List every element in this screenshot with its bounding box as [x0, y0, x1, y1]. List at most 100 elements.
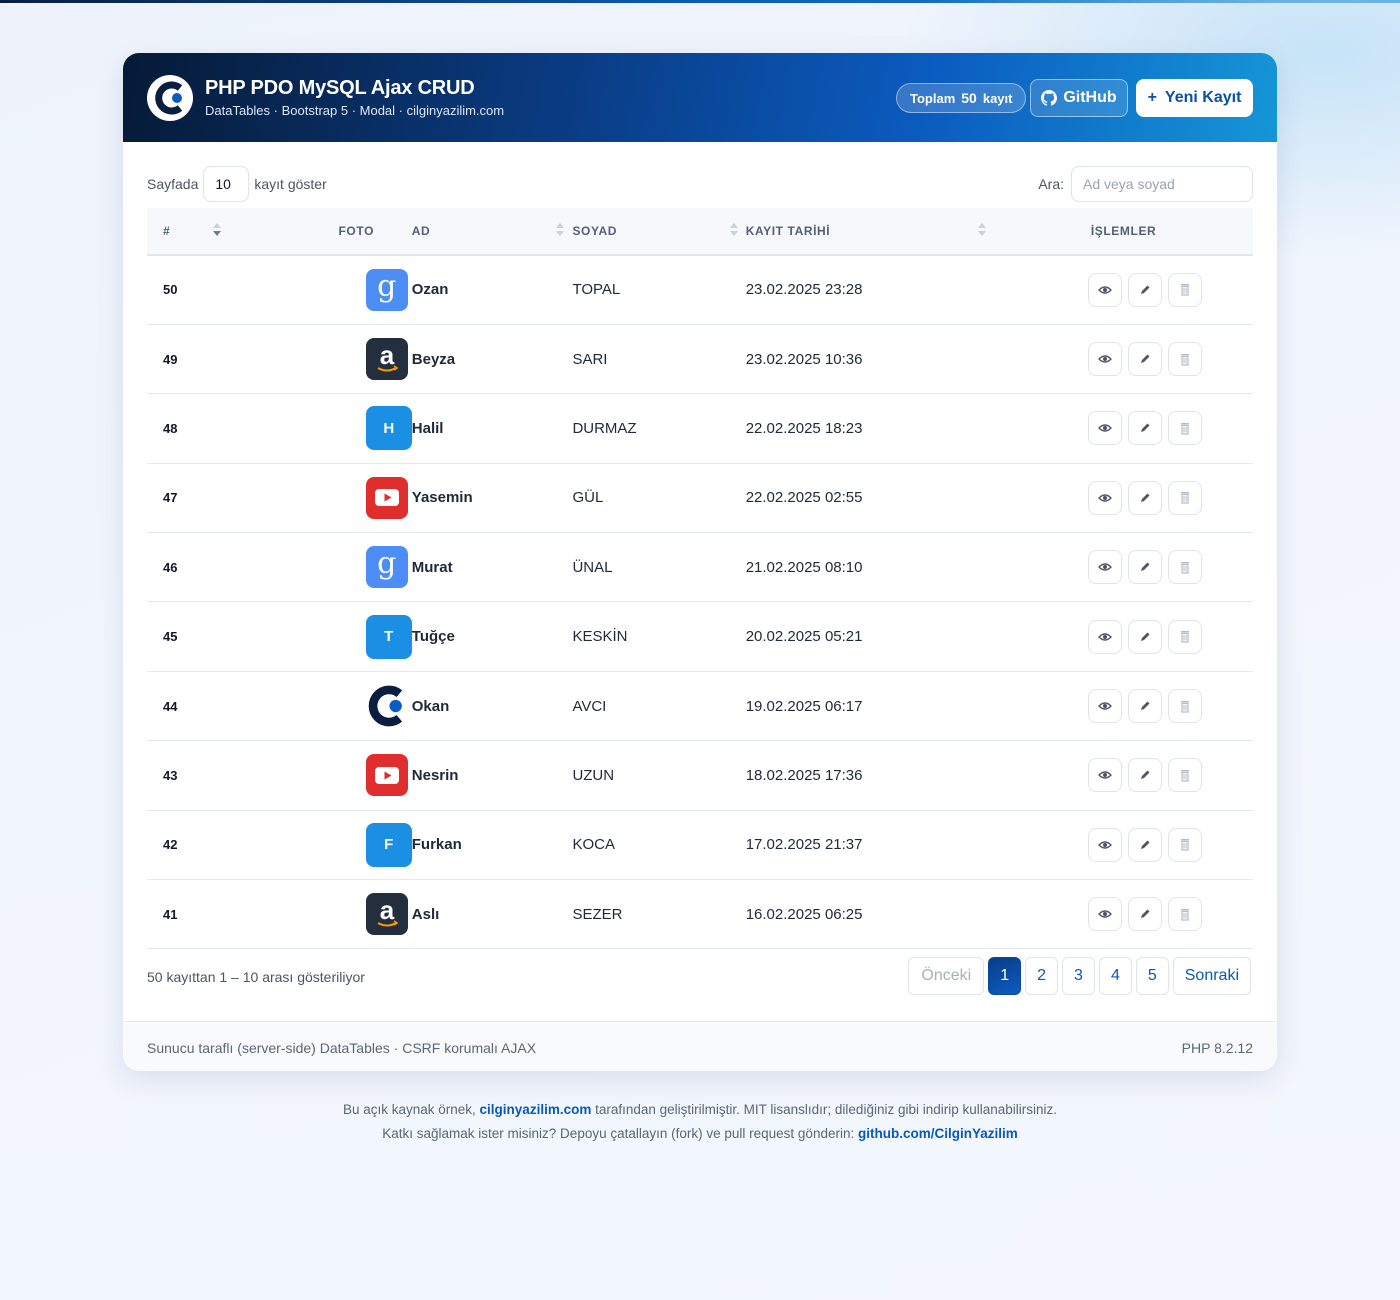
- page-length-input[interactable]: [203, 166, 250, 202]
- view-button[interactable]: [1088, 411, 1123, 446]
- row-date: 22.02.2025 18:23: [745, 419, 863, 437]
- row-surname: KOCA: [572, 836, 615, 854]
- edit-button[interactable]: [1128, 411, 1163, 446]
- view-button[interactable]: [1088, 550, 1123, 585]
- github-repo-link[interactable]: github.com/CilginYazilim: [858, 1126, 1018, 1141]
- col-actions-header: İŞLEMLER: [1090, 224, 1157, 238]
- row-surname: SARI: [572, 350, 608, 368]
- trash-icon: [1181, 700, 1190, 713]
- amazon-avatar-icon: a: [365, 893, 408, 936]
- row-name: Aslı: [411, 905, 440, 923]
- delete-button[interactable]: [1168, 480, 1203, 515]
- footer-line-2: Katkı sağlamak ister misiniz? Depoyu çat…: [382, 1126, 1018, 1141]
- row-surname: ÜNAL: [572, 558, 613, 576]
- letter-avatar: F: [365, 822, 412, 867]
- page-button-4[interactable]: 4: [1098, 957, 1132, 995]
- page-button-2[interactable]: 2: [1025, 957, 1059, 995]
- edit-button[interactable]: [1128, 272, 1163, 307]
- delete-button[interactable]: [1168, 550, 1203, 585]
- row-id: 41: [163, 906, 178, 922]
- new-record-button[interactable]: + Yeni Kayıt: [1136, 79, 1253, 117]
- row-name: Yasemin: [411, 489, 473, 507]
- delete-button[interactable]: [1168, 342, 1203, 377]
- search-input[interactable]: [1071, 166, 1253, 202]
- edit-button[interactable]: [1128, 689, 1163, 724]
- row-actions: [994, 533, 1253, 602]
- view-button[interactable]: [1088, 827, 1123, 862]
- row-actions: [994, 741, 1253, 810]
- delete-button[interactable]: [1168, 758, 1203, 793]
- row-id: 48: [163, 420, 178, 436]
- view-button[interactable]: [1088, 897, 1123, 932]
- edit-button[interactable]: [1128, 550, 1163, 585]
- row-surname: KESKİN: [572, 628, 628, 646]
- row-photo: [229, 671, 412, 740]
- row-photo: F: [229, 810, 412, 879]
- card-footer: Sunucu taraflı (server-side) DataTables …: [123, 1021, 1277, 1071]
- cilginyazilim-link[interactable]: cilginyazilim.com: [480, 1102, 592, 1117]
- row-id: 46: [163, 559, 178, 575]
- pencil-icon: [1141, 285, 1150, 294]
- row-date: 17.02.2025 21:37: [745, 836, 863, 854]
- row-actions: [994, 463, 1253, 532]
- pencil-icon: [1141, 632, 1150, 641]
- col-name-header[interactable]: AD: [412, 208, 573, 255]
- cilgin-logo-icon: [155, 81, 183, 115]
- youtube-avatar-icon: [365, 476, 408, 519]
- row-actions: [994, 880, 1253, 949]
- page-button-3[interactable]: 3: [1062, 957, 1095, 995]
- eye-icon: [1098, 702, 1113, 710]
- row-name: Furkan: [411, 836, 462, 854]
- row-name: Okan: [411, 697, 450, 715]
- crud-card: PHP PDO MySQL Ajax CRUD DataTables · Boo…: [123, 53, 1277, 1071]
- edit-button[interactable]: [1128, 758, 1163, 793]
- trash-icon: [1181, 561, 1190, 574]
- github-label: GitHub: [1063, 89, 1117, 106]
- view-button[interactable]: [1088, 272, 1123, 307]
- row-actions: [994, 671, 1253, 740]
- row-date: 16.02.2025 06:25: [745, 905, 863, 923]
- delete-button[interactable]: [1168, 411, 1203, 446]
- delete-button[interactable]: [1168, 619, 1203, 654]
- card-header: PHP PDO MySQL Ajax CRUD DataTables · Boo…: [123, 53, 1277, 142]
- view-button[interactable]: [1088, 619, 1123, 654]
- row-date: 20.02.2025 05:21: [745, 628, 863, 646]
- edit-button[interactable]: [1128, 480, 1163, 515]
- row-photo: a: [229, 880, 412, 949]
- prev-page-button[interactable]: Önceki: [908, 957, 985, 995]
- page-button-5[interactable]: 5: [1135, 957, 1169, 995]
- trash-icon: [1181, 422, 1190, 435]
- row-name: Murat: [411, 558, 453, 576]
- delete-button[interactable]: [1168, 689, 1203, 724]
- eye-icon: [1098, 355, 1113, 363]
- row-surname: UZUN: [572, 766, 615, 784]
- view-button[interactable]: [1088, 689, 1123, 724]
- col-id-header[interactable]: #: [147, 208, 229, 255]
- plus-icon: +: [1147, 89, 1157, 106]
- col-date-header[interactable]: KAYIT TARİHİ: [746, 208, 994, 255]
- trash-icon: [1181, 908, 1190, 921]
- table-row: 43 Nesrin UZUN 18.02.2025 17:36: [147, 741, 1253, 811]
- delete-button[interactable]: [1168, 827, 1203, 862]
- edit-button[interactable]: [1128, 897, 1163, 932]
- col-surname-header[interactable]: SOYAD: [572, 208, 745, 255]
- eye-icon: [1098, 841, 1113, 849]
- view-button[interactable]: [1088, 342, 1123, 377]
- sort-icon: [978, 223, 987, 237]
- edit-button[interactable]: [1128, 619, 1163, 654]
- eye-icon: [1098, 771, 1113, 780]
- delete-button[interactable]: [1168, 272, 1203, 307]
- edit-button[interactable]: [1128, 827, 1163, 862]
- next-page-button[interactable]: Sonraki: [1172, 957, 1251, 995]
- github-button[interactable]: GitHub: [1030, 79, 1128, 117]
- row-photo: g: [229, 255, 412, 324]
- delete-button[interactable]: [1168, 897, 1203, 932]
- trash-icon: [1181, 492, 1190, 504]
- table-info: 50 kayıttan 1 – 10 arası gösteriliyor: [147, 969, 365, 985]
- view-button[interactable]: [1088, 480, 1123, 515]
- row-id: 45: [163, 629, 178, 645]
- svg-text:a: a: [380, 343, 395, 370]
- view-button[interactable]: [1088, 758, 1123, 793]
- page-button-1[interactable]: 1: [988, 957, 1022, 995]
- edit-button[interactable]: [1128, 342, 1163, 377]
